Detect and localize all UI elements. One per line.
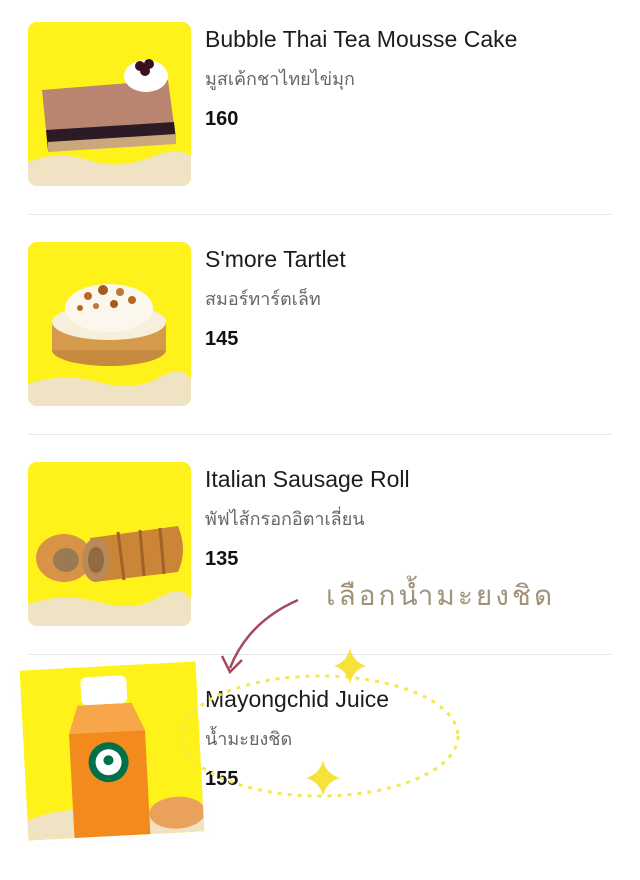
divider: [28, 434, 612, 435]
item-thai-name: สมอร์ทาร์ตเล็ท: [205, 289, 321, 309]
item-name: Bubble Thai Tea Mousse Cake: [205, 26, 518, 52]
divider: [28, 654, 612, 655]
menu-item[interactable]: S'more Tartlet สมอร์ทาร์ตเล็ท 145: [0, 220, 640, 440]
item-price: 135: [205, 548, 239, 570]
sausage-roll-image: [28, 462, 191, 626]
cake-thumbnail[interactable]: [28, 22, 191, 186]
mousse-cake-image: [28, 22, 191, 186]
item-name: Mayongchid Juice: [205, 686, 390, 712]
tartlet-thumbnail[interactable]: [28, 242, 191, 406]
item-price: 160: [205, 108, 239, 130]
item-name: S'more Tartlet: [205, 246, 346, 272]
item-name: Italian Sausage Roll: [205, 466, 410, 492]
divider: [28, 214, 612, 215]
mayongchid-juice-image: [19, 661, 205, 841]
sausage-roll-thumbnail[interactable]: [28, 462, 191, 626]
menu-item[interactable]: Bubble Thai Tea Mousse Cake มูสเค้กชาไทย…: [0, 0, 640, 220]
menu-item[interactable]: Italian Sausage Roll พัฟไส้กรอกอิตาเลี่ย…: [0, 440, 640, 660]
item-thai-name: น้ำมะยงชิด: [205, 729, 293, 749]
item-price: 155: [205, 768, 239, 790]
annotation-text: เลือกน้ำมะยงชิด: [326, 579, 556, 612]
item-thai-name: มูสเค้กชาไทยไข่มุก: [205, 69, 355, 89]
item-price: 145: [205, 328, 239, 350]
smore-tartlet-image: [28, 242, 191, 406]
item-thai-name: พัฟไส้กรอกอิตาเลี่ยน: [205, 509, 365, 529]
juice-thumbnail[interactable]: [19, 661, 205, 841]
